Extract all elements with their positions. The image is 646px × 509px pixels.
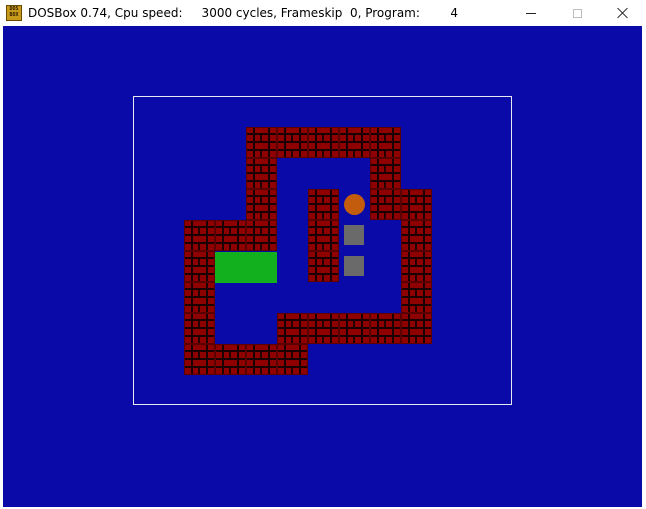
wall-brick — [246, 189, 277, 220]
wall-brick — [184, 313, 215, 344]
wall-brick — [277, 313, 308, 344]
crate-box — [344, 256, 364, 276]
wall-brick — [308, 189, 339, 220]
wall-brick — [339, 313, 370, 344]
wall-brick — [401, 220, 432, 251]
wall-brick — [308, 313, 339, 344]
wall-brick — [184, 282, 215, 313]
maximize-icon — [572, 8, 582, 18]
goal-target — [246, 252, 277, 283]
dosbox-app-icon[interactable]: DOS BOX — [6, 5, 22, 21]
wall-brick — [370, 158, 401, 189]
wall-brick — [401, 251, 432, 282]
wall-brick — [246, 344, 277, 375]
wall-brick — [370, 313, 401, 344]
wall-brick — [401, 313, 432, 344]
wall-brick — [277, 344, 308, 375]
wall-brick — [401, 282, 432, 313]
wall-brick — [184, 344, 215, 375]
wall-brick — [339, 127, 370, 158]
player-icon — [344, 194, 365, 215]
dosbox-window: DOS BOX DOSBox 0.74, Cpu speed: 3000 cycl… — [0, 0, 646, 509]
crate-box — [344, 225, 364, 245]
wall-brick — [370, 189, 401, 220]
wall-brick — [308, 251, 339, 282]
wall-brick — [401, 189, 432, 220]
wall-brick — [184, 251, 215, 282]
wall-brick — [246, 220, 277, 251]
wall-brick — [277, 127, 308, 158]
title-bar[interactable]: DOS BOX DOSBox 0.74, Cpu speed: 3000 cycl… — [0, 0, 646, 26]
wall-brick — [308, 220, 339, 251]
wall-brick — [184, 220, 215, 251]
goal-target — [215, 252, 246, 283]
game-board — [133, 96, 512, 405]
close-icon — [617, 7, 629, 19]
wall-brick — [308, 127, 339, 158]
close-button[interactable] — [600, 0, 646, 26]
maximize-button[interactable] — [554, 0, 600, 26]
minimize-button[interactable] — [508, 0, 554, 26]
wall-brick — [246, 158, 277, 189]
wall-brick — [215, 344, 246, 375]
wall-brick — [246, 127, 277, 158]
window-title: DOSBox 0.74, Cpu speed: 3000 cycles, Fra… — [28, 6, 459, 20]
minimize-icon — [526, 12, 536, 14]
wall-brick — [215, 220, 246, 251]
game-screen[interactable] — [3, 26, 642, 507]
wall-brick — [370, 127, 401, 158]
